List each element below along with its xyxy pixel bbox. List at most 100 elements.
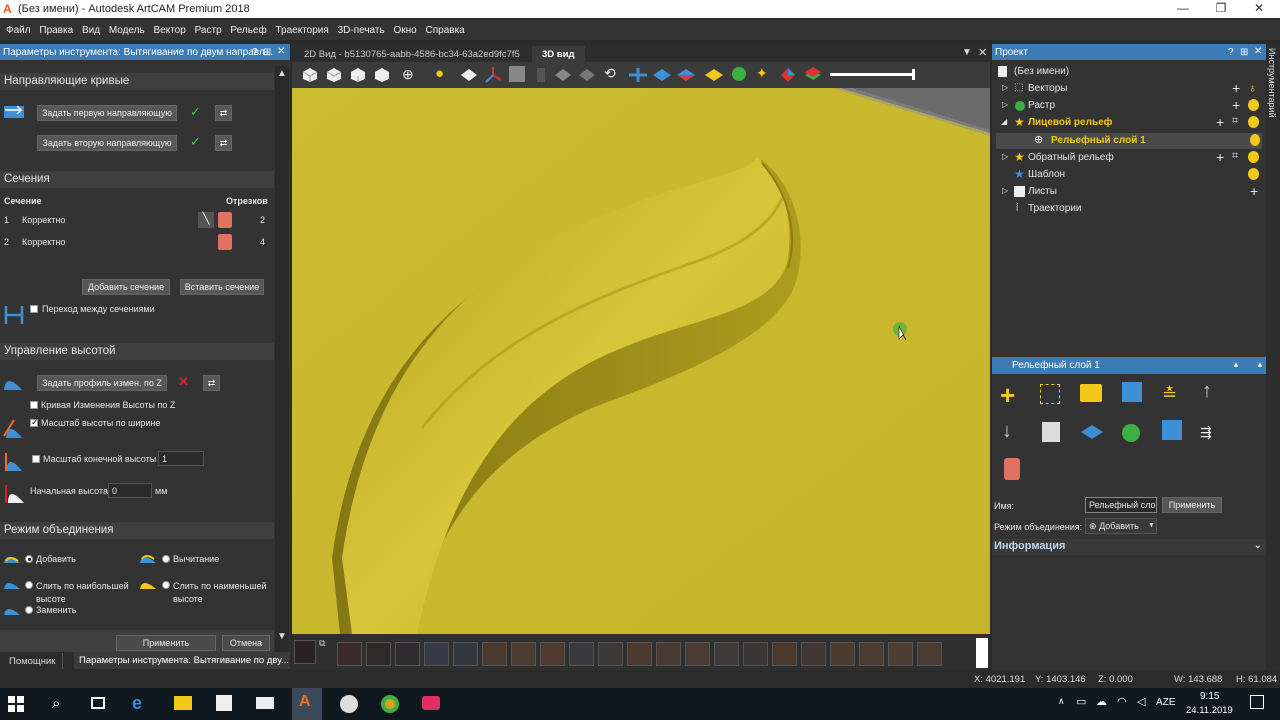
tree-item-toolpaths[interactable]: ⦚ Траектории — [996, 202, 1262, 217]
bulb-icon[interactable] — [1250, 134, 1260, 146]
3d-viewport[interactable] — [292, 88, 990, 634]
tree-item-raster[interactable]: ▷ Растр + — [996, 97, 1262, 114]
palette-swatch[interactable] — [511, 642, 536, 666]
palette-swatch[interactable] — [366, 642, 391, 666]
wire-plane-icon[interactable] — [578, 68, 596, 82]
palette-swatch[interactable] — [714, 642, 739, 666]
palette-swatch[interactable] — [801, 642, 826, 666]
help-icon[interactable]: ? — [1228, 47, 1234, 58]
grid-add-icon[interactable]: ⌗ — [1232, 150, 1238, 163]
chevron-down-icon[interactable]: ⌄ — [1254, 540, 1262, 551]
apply-name-button[interactable]: Применить — [1162, 497, 1222, 513]
menu-window[interactable]: Окно — [390, 20, 419, 36]
set-z-profile-button[interactable]: Задать профиль измен. по Z — [37, 375, 167, 391]
save-layer-icon[interactable] — [1122, 382, 1142, 402]
section-row[interactable]: 1 Корректно ╲ 2 — [0, 212, 274, 232]
scroll-up-icon[interactable]: ▲ — [277, 68, 287, 79]
set-second-guide-button[interactable]: Задать вторую направляющую — [37, 135, 177, 151]
bulb-icon[interactable] — [1248, 99, 1259, 111]
current-color-swatch[interactable] — [294, 640, 316, 664]
app-icon[interactable] — [340, 695, 358, 713]
palette-swatch[interactable] — [598, 642, 623, 666]
search-icon[interactable]: ⌕ — [52, 695, 60, 712]
merge-low-radio[interactable] — [162, 581, 170, 589]
menu-raster[interactable]: Растр — [192, 20, 225, 36]
menu-help[interactable]: Справка — [423, 20, 468, 36]
notifications-icon[interactable] — [1250, 695, 1264, 709]
menu-relief[interactable]: Рельеф — [227, 20, 269, 36]
maximize-icon[interactable]: ❐ — [1206, 1, 1236, 17]
help-icon[interactable]: ? — [252, 47, 258, 58]
replace-radio[interactable] — [25, 606, 33, 614]
expand-icon[interactable]: ▷ — [1002, 152, 1008, 161]
plane-icon[interactable] — [460, 68, 478, 82]
layer-name-input[interactable]: Рельефный слой — [1085, 497, 1157, 513]
expand-icon[interactable]: ▷ — [1002, 83, 1008, 92]
palette-swatch[interactable] — [859, 642, 884, 666]
view-side-icon[interactable] — [350, 67, 366, 83]
add-icon[interactable]: + — [1232, 80, 1240, 96]
move-down-icon[interactable]: ↓ — [1002, 420, 1012, 443]
language-indicator[interactable]: AZE — [1156, 697, 1175, 708]
new-layer-icon[interactable]: + — [1000, 380, 1015, 411]
tool-icon[interactable] — [537, 68, 545, 82]
light-bulb-icon[interactable]: ● — [435, 65, 444, 82]
close-panel-icon[interactable]: ✕ — [277, 46, 285, 57]
add-icon[interactable]: + — [1216, 149, 1224, 165]
green-ball-icon[interactable] — [732, 67, 746, 81]
swap-colors-icon[interactable]: ⧉ — [319, 638, 325, 649]
tree-item-relief-layer[interactable]: ⊕ Рельефный слой 1 — [996, 133, 1262, 149]
chrome-icon[interactable] — [381, 695, 399, 713]
palette-scrollbar[interactable] — [976, 638, 988, 668]
transition-checkbox[interactable] — [30, 305, 38, 313]
stack-layer-icon[interactable]: ≛ — [1162, 384, 1177, 405]
tab-close-icon[interactable]: ✕ — [978, 46, 987, 59]
palette-swatch[interactable] — [888, 642, 913, 666]
tree-item-sheets[interactable]: ▷ Листы + — [996, 183, 1262, 200]
close-panel-icon[interactable]: ✕ — [1254, 46, 1262, 57]
layers-color-icon[interactable] — [804, 66, 822, 84]
z-curve-checkbox[interactable] — [30, 401, 38, 409]
palette-swatch[interactable] — [569, 642, 594, 666]
task-view-icon[interactable] — [91, 697, 105, 709]
bulb-icon[interactable] — [1248, 116, 1259, 128]
palette-swatch[interactable] — [337, 642, 362, 666]
close-icon[interactable]: ✕ — [1244, 1, 1274, 17]
scroll-down-icon[interactable]: ▼ — [277, 631, 287, 642]
scale-final-checkbox[interactable] — [32, 455, 40, 463]
volume-icon[interactable]: ◁ — [1137, 695, 1145, 708]
open-layer-icon[interactable] — [1080, 384, 1102, 402]
start-height-input[interactable]: 0 — [108, 483, 152, 498]
tab-assistant[interactable]: Помощник — [2, 653, 64, 669]
depth-slider-handle[interactable] — [912, 69, 915, 80]
palette-swatch[interactable] — [656, 642, 681, 666]
view-front-icon[interactable] — [326, 67, 342, 83]
clock-time[interactable]: 9:15 — [1200, 691, 1219, 702]
mail-icon[interactable] — [256, 697, 274, 709]
bulb-icon[interactable] — [1248, 168, 1259, 180]
clock-date[interactable]: 24.11.2019 — [1186, 705, 1233, 716]
edit-section-icon[interactable]: ╲ — [198, 212, 214, 228]
tab-menu-icon[interactable]: ▼ — [962, 47, 972, 58]
delete-section-icon[interactable] — [218, 212, 232, 228]
minimize-icon[interactable]: — — [1168, 1, 1198, 17]
grid-add-icon[interactable]: ⌗ — [1232, 115, 1238, 128]
green-layer-icon[interactable] — [1122, 424, 1140, 442]
palette-swatch[interactable] — [395, 642, 420, 666]
select-layer-icon[interactable] — [1040, 384, 1060, 404]
delete-layer-icon[interactable] — [1004, 458, 1020, 480]
expand-icon[interactable]: ▷ — [1002, 100, 1008, 109]
swap-first-button[interactable]: ⇄ — [215, 105, 232, 121]
palette-swatch[interactable] — [685, 642, 710, 666]
blue-arrows-icon[interactable] — [628, 67, 648, 83]
pin-icon[interactable]: ▲ — [1232, 360, 1240, 369]
palette-swatch[interactable] — [482, 642, 507, 666]
menu-edit[interactable]: Правка — [36, 20, 76, 36]
menu-model[interactable]: Модель — [106, 20, 148, 36]
menu-file[interactable]: Файл — [0, 20, 34, 36]
pin-icon[interactable]: ⊞ — [263, 47, 271, 58]
yellow-plane-icon[interactable] — [704, 67, 724, 83]
merge-layer-icon[interactable] — [1080, 422, 1104, 442]
shade-plane-icon[interactable] — [554, 68, 572, 82]
palette-swatch[interactable] — [540, 642, 565, 666]
